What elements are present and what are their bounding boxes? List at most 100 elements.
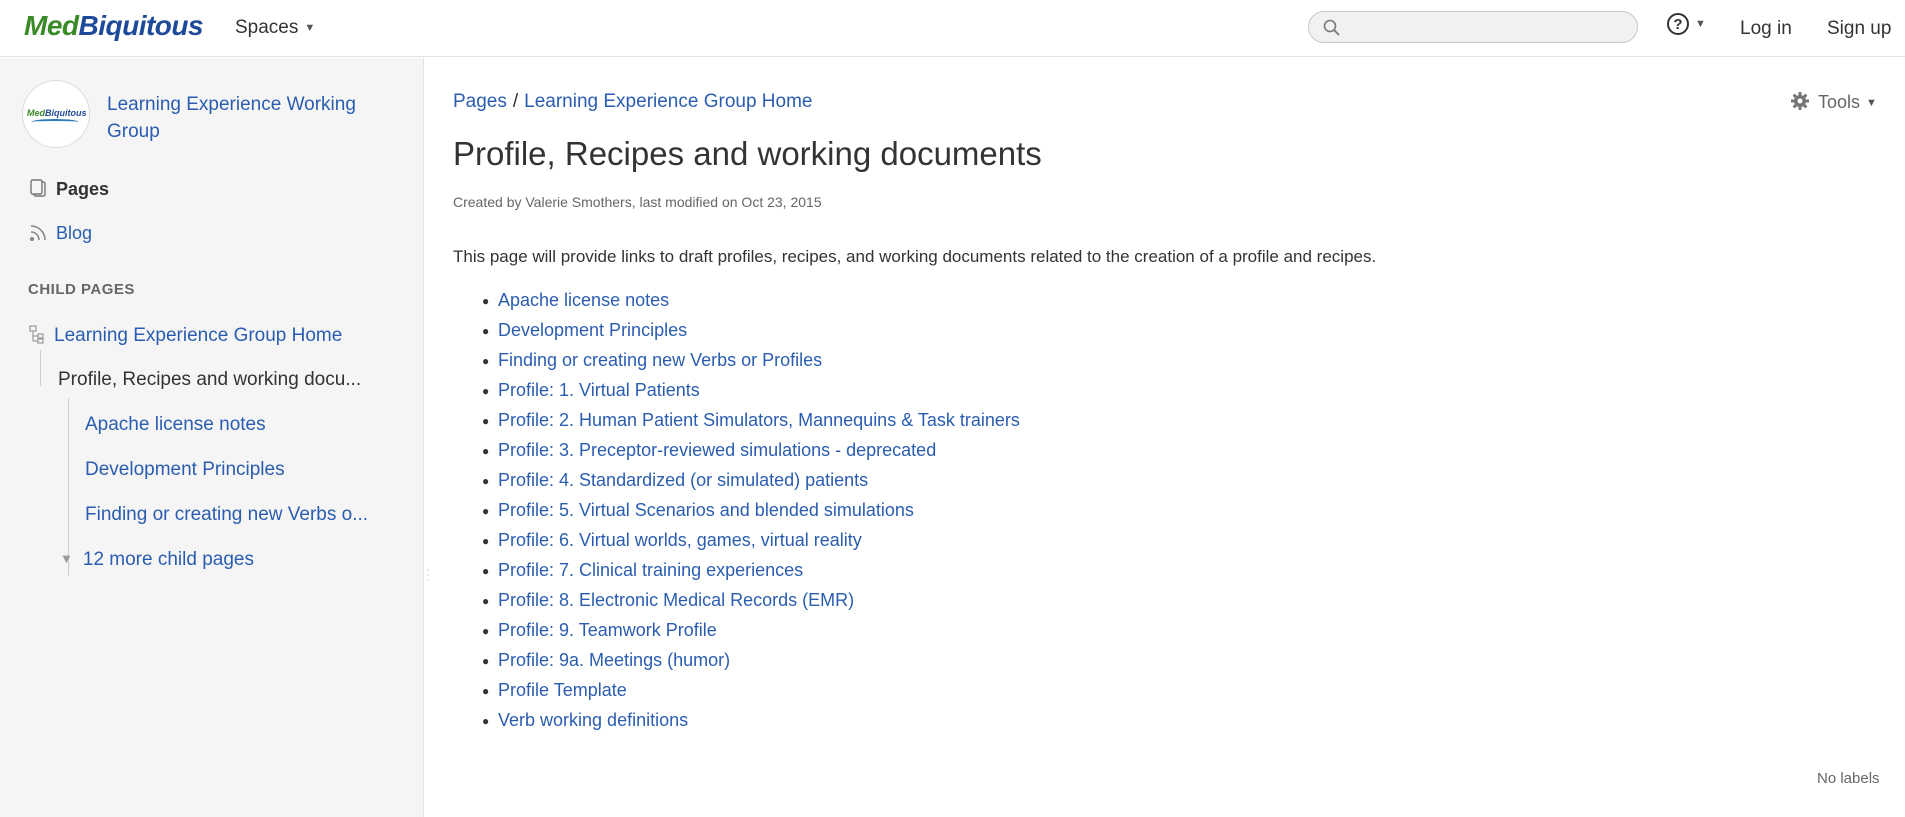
search-box[interactable]	[1308, 11, 1638, 43]
more-child-pages-label: 12 more child pages	[82, 549, 254, 570]
space-avatar[interactable]: MedBiquitous	[22, 80, 90, 148]
bullet: ●	[482, 534, 490, 548]
page-link[interactable]: Development Principles	[498, 320, 687, 340]
search-icon	[1323, 19, 1340, 36]
signup-link[interactable]: Sign up	[1827, 18, 1891, 40]
tree-item-child[interactable]: Apache license notes	[85, 414, 266, 436]
page-intro: This page will provide links to draft pr…	[453, 247, 1377, 266]
bullet: ●	[482, 474, 490, 488]
login-link[interactable]: Log in	[1740, 18, 1792, 40]
space-name-link[interactable]: Learning Experience Working Group	[107, 91, 407, 145]
list-item: ● Apache license notes	[482, 285, 1020, 315]
more-child-pages-toggle[interactable]: ▼ 12 more child pages	[60, 549, 254, 571]
page-link[interactable]: Profile: 1. Virtual Patients	[498, 380, 700, 400]
bullet: ●	[482, 414, 490, 428]
bullet: ●	[482, 564, 490, 578]
gear-icon	[1791, 92, 1809, 110]
bullet: ●	[482, 594, 490, 608]
search-input[interactable]	[1309, 12, 1637, 42]
page-tree-icon	[29, 325, 44, 344]
list-item: ● Profile: 9. Teamwork Profile	[482, 615, 1020, 645]
page-link[interactable]: Profile Template	[498, 680, 627, 700]
site-logo[interactable]: MedBiquitous	[24, 10, 204, 42]
space-avatar-text-med: Med	[27, 108, 45, 118]
child-pages-heading: CHILD PAGES	[28, 281, 135, 298]
tree-item-home-label: Learning Experience Group Home	[54, 325, 343, 346]
spaces-menu[interactable]: Spaces ▼	[235, 17, 315, 39]
bullet: ●	[482, 714, 490, 728]
bullet: ●	[482, 444, 490, 458]
tree-item-current: Profile, Recipes and working docu...	[58, 369, 362, 390]
space-avatar-text-biquitous: Biquitous	[45, 108, 87, 118]
list-item: ● Profile: 2. Human Patient Simulators, M…	[482, 405, 1020, 435]
page-content: Pages / Learning Experience Group Home Too…	[453, 58, 1905, 817]
sidebar-item-blog-label: Blog	[56, 223, 93, 243]
breadcrumb-pages-link[interactable]: Pages	[453, 91, 507, 112]
bullet: ●	[482, 354, 490, 368]
list-item: ● Finding or creating new Verbs or Profil…	[482, 345, 1020, 375]
page-title: Profile, Recipes and working documents	[453, 135, 1042, 172]
sidebar-resize-handle[interactable]: · · ·	[426, 565, 430, 586]
sidebar-item-pages[interactable]: Pages	[28, 179, 109, 200]
bullet: ●	[482, 654, 490, 668]
space-sidebar: MedBiquitous Learning Experience Working…	[0, 58, 424, 817]
breadcrumb-separator: /	[512, 91, 519, 112]
sidebar-item-blog[interactable]: Blog	[28, 223, 92, 244]
page-link[interactable]: Profile: 7. Clinical training experience…	[498, 560, 803, 580]
page-link[interactable]: Profile: 9a. Meetings (humor)	[498, 650, 730, 670]
list-item: ● Profile Template	[482, 675, 1020, 705]
page-link[interactable]: Finding or creating new Verbs or Profile…	[498, 350, 822, 370]
tree-item-home[interactable]: Learning Experience Group Home	[28, 324, 342, 347]
tree-connector	[40, 350, 41, 386]
tree-item-child[interactable]: Finding or creating new Verbs o...	[85, 504, 368, 526]
pages-icon	[30, 179, 46, 197]
space-avatar-logo: MedBiquitous	[27, 108, 87, 118]
breadcrumb-parent-link[interactable]: Learning Experience Group Home	[524, 91, 812, 112]
list-item: ● Profile: 4. Standardized (or simulated)…	[482, 465, 1020, 495]
list-item: ● Profile: 6. Virtual worlds, games, virt…	[482, 525, 1020, 555]
list-item: ● Profile: 1. Virtual Patients	[482, 375, 1020, 405]
bullet: ●	[482, 384, 490, 398]
bullet: ●	[482, 504, 490, 518]
list-item: ● Development Principles	[482, 315, 1020, 345]
logo-text-med: Med	[24, 10, 79, 41]
page-link[interactable]: Verb working definitions	[498, 710, 688, 730]
list-item: ● Profile: 9a. Meetings (humor)	[482, 645, 1020, 675]
spaces-label: Spaces	[235, 17, 299, 38]
list-item: ● Profile: 7. Clinical training experienc…	[482, 555, 1020, 585]
page-link[interactable]: Profile: 5. Virtual Scenarios and blende…	[498, 500, 914, 520]
page-link[interactable]: Profile: 6. Virtual worlds, games, virtu…	[498, 530, 862, 550]
help-menu[interactable]: ? ▼	[1667, 13, 1706, 35]
top-navigation-bar: MedBiquitous Spaces ▼ ? ▼ Log in Sign up	[0, 0, 1905, 57]
chevron-down-icon: ▼	[1695, 18, 1706, 30]
logo-text-biquitous: Biquitous	[78, 10, 204, 41]
chevron-down-icon: ▼	[304, 21, 316, 34]
tree-item-child[interactable]: Development Principles	[85, 459, 285, 481]
list-item: ● Profile: 3. Preceptor-reviewed simulati…	[482, 435, 1020, 465]
bullet: ●	[482, 684, 490, 698]
chevron-down-icon: ▼	[1866, 97, 1877, 110]
tools-label: Tools	[1818, 92, 1861, 112]
blog-icon	[30, 225, 46, 241]
list-item: ● Profile: 8. Electronic Medical Records …	[482, 585, 1020, 615]
page-link[interactable]: Apache license notes	[498, 290, 669, 310]
list-item: ● Profile: 5. Virtual Scenarios and blend…	[482, 495, 1020, 525]
page-link[interactable]: Profile: 4. Standardized (or simulated) …	[498, 470, 868, 490]
page-metadata: Created by Valerie Smothers, last modifi…	[453, 194, 822, 210]
logo-swoosh	[31, 119, 79, 125]
list-item: ● Verb working definitions	[482, 705, 1020, 735]
tools-menu[interactable]: Tools ▼	[1790, 91, 1877, 113]
bullet: ●	[482, 624, 490, 638]
breadcrumb: Pages / Learning Experience Group Home	[453, 91, 813, 113]
page-link[interactable]: Profile: 3. Preceptor-reviewed simulatio…	[498, 440, 936, 460]
sidebar-item-pages-label: Pages	[56, 179, 110, 199]
page-link[interactable]: Profile: 9. Teamwork Profile	[498, 620, 717, 640]
child-page-links: ● Apache license notes ● Development Princ…	[482, 285, 1020, 735]
bullet: ●	[482, 324, 490, 338]
bullet: ●	[482, 294, 490, 308]
page-link[interactable]: Profile: 2. Human Patient Simulators, Ma…	[498, 410, 1020, 430]
chevron-down-icon: ▼	[60, 551, 73, 566]
labels-section: No labels	[1817, 770, 1880, 787]
help-icon: ?	[1667, 13, 1689, 35]
page-link[interactable]: Profile: 8. Electronic Medical Records (…	[498, 590, 854, 610]
